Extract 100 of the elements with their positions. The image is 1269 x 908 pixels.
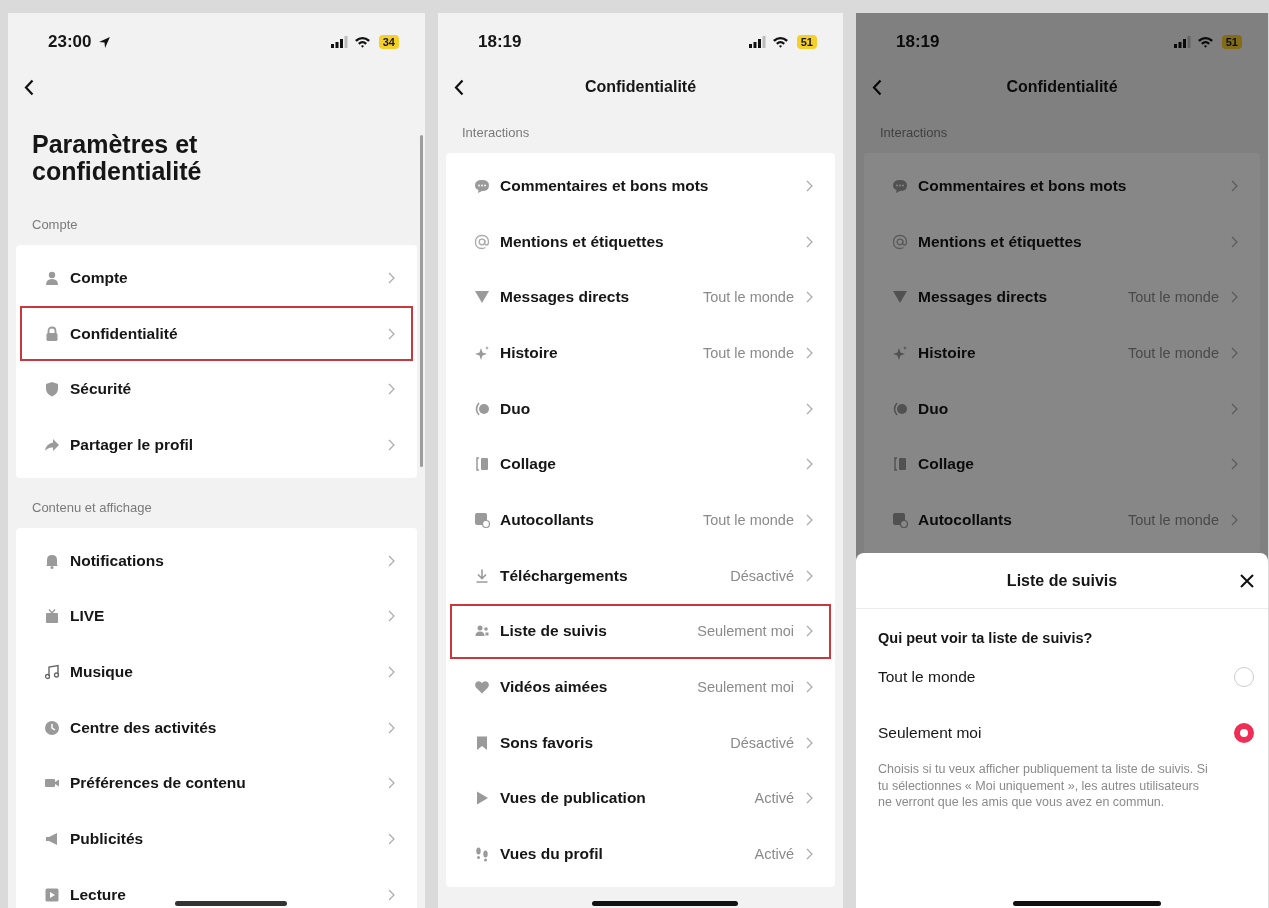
- chevron-icon: [806, 179, 813, 192]
- settings-row[interactable]: Collage: [868, 436, 1256, 493]
- radio-option[interactable]: Seulement moi: [878, 705, 1254, 761]
- settings-row[interactable]: Vidéos aimées Seulement moi: [450, 659, 831, 715]
- home-indicator[interactable]: [174, 901, 288, 906]
- settings-row[interactable]: Mentions et étiquettes: [868, 213, 1256, 270]
- signal-icon: [748, 36, 767, 48]
- sheet-description: Choisis si tu veux afficher publiquement ta liste de suivis. Si tu sélectionnes « Moi uniquement », les autres utilisateurs ne verront que les amis que vous avez en commun.: [878, 761, 1209, 811]
- chevron-icon: [806, 625, 813, 638]
- settings-row[interactable]: Téléchargements Désactivé: [450, 547, 831, 604]
- radio-option[interactable]: Tout le monde: [878, 649, 1254, 705]
- settings-row[interactable]: Collage: [450, 436, 831, 493]
- page-title: Paramètres et confidentialité: [32, 131, 203, 185]
- chevron-icon: [388, 438, 395, 451]
- scrollbar[interactable]: [420, 135, 423, 467]
- settings-row[interactable]: Lecture: [20, 866, 413, 908]
- settings-row[interactable]: Mentions et étiquettes: [450, 213, 831, 270]
- settings-row[interactable]: Sécurité: [20, 361, 413, 418]
- back-icon[interactable]: [454, 79, 464, 96]
- sparkle-icon: [474, 344, 490, 361]
- chevron-icon: [1231, 458, 1238, 471]
- chevron-icon: [806, 569, 813, 582]
- chevron-icon: [1231, 402, 1238, 415]
- chevron-icon: [806, 402, 813, 415]
- chevron-icon: [1231, 179, 1238, 192]
- settings-row[interactable]: Duo: [868, 380, 1256, 437]
- status-time: 18:19: [478, 32, 522, 52]
- chevron-icon: [806, 235, 813, 248]
- section-label: Interactions: [879, 124, 949, 142]
- chevron-icon: [1231, 346, 1238, 359]
- settings-row[interactable]: Messages directs Tout le monde: [868, 269, 1256, 326]
- lock-icon: [44, 325, 60, 342]
- megaphone-icon: [44, 831, 60, 848]
- chevron-icon: [388, 554, 395, 567]
- download-icon: [474, 567, 490, 584]
- settings-row[interactable]: Publicités: [20, 811, 413, 867]
- settings-row[interactable]: Vues de publication Activé: [450, 770, 831, 827]
- chevron-icon: [806, 346, 813, 359]
- wifi-icon: [771, 36, 789, 48]
- chevron-icon: [388, 610, 395, 623]
- shield-icon: [44, 381, 60, 398]
- chevron-icon: [806, 513, 813, 526]
- sparkle-icon: [892, 344, 908, 361]
- chevron-icon: [388, 833, 395, 846]
- settings-row[interactable]: LIVE: [20, 588, 413, 645]
- back-icon[interactable]: [24, 79, 34, 96]
- settings-row[interactable]: Commentaires et bons mots: [450, 158, 831, 214]
- chevron-icon: [1231, 291, 1238, 304]
- settings-row[interactable]: Histoire Tout le monde: [868, 325, 1256, 381]
- share-icon: [44, 436, 60, 453]
- settings-row[interactable]: Autocollants Tout le monde: [450, 492, 831, 548]
- at-icon: [892, 233, 908, 250]
- chevron-icon: [388, 327, 395, 340]
- chevron-icon: [388, 665, 395, 678]
- settings-row[interactable]: Messages directs Tout le monde: [450, 269, 831, 326]
- music-icon: [44, 663, 60, 680]
- settings-row[interactable]: Notifications: [20, 532, 413, 589]
- play-icon: [474, 790, 490, 807]
- settings-row[interactable]: Partager le profil: [20, 417, 413, 473]
- page-title: Confidentialité: [584, 78, 697, 96]
- chevron-icon: [1231, 513, 1238, 526]
- chevron-icon: [806, 291, 813, 304]
- wifi-icon: [1196, 36, 1214, 48]
- settings-row[interactable]: Compte: [20, 250, 413, 306]
- sheet-question: Qui peut voir ta liste de suivis?: [878, 629, 1094, 648]
- section-label: Contenu et affichage: [31, 498, 153, 517]
- settings-row[interactable]: Centre des activités: [20, 699, 413, 756]
- settings-row[interactable]: Duo: [450, 380, 831, 437]
- battery-level: 34: [378, 35, 399, 49]
- section-label: Compte: [31, 216, 79, 234]
- radio-button[interactable]: [1234, 723, 1254, 743]
- settings-row[interactable]: Autocollants Tout le monde: [868, 492, 1256, 548]
- settings-row[interactable]: Commentaires et bons mots: [868, 158, 1256, 214]
- battery-level: 51: [1221, 35, 1242, 49]
- status-time: 23:00: [48, 32, 92, 52]
- chevron-icon: [388, 383, 395, 396]
- person-icon: [44, 269, 60, 286]
- clock-icon: [44, 719, 60, 736]
- duo-icon: [474, 400, 490, 417]
- signal-icon: [1173, 36, 1192, 48]
- chevron-icon: [388, 271, 395, 284]
- chevron-icon: [806, 736, 813, 749]
- settings-row[interactable]: Liste de suivis Seulement moi: [450, 603, 831, 660]
- battery-level: 51: [796, 35, 817, 49]
- chevron-icon: [806, 458, 813, 471]
- chevron-icon: [806, 848, 813, 861]
- settings-row[interactable]: Histoire Tout le monde: [450, 325, 831, 381]
- chevron-icon: [388, 888, 395, 901]
- chevron-icon: [806, 681, 813, 694]
- settings-row[interactable]: Confidentialité: [20, 305, 413, 362]
- settings-row[interactable]: Musique: [20, 644, 413, 700]
- settings-row[interactable]: Sons favoris Désactivé: [450, 714, 831, 771]
- chat-icon: [474, 177, 490, 194]
- settings-row[interactable]: Vues du profil Activé: [450, 826, 831, 882]
- chevron-icon: [1231, 235, 1238, 248]
- duo-icon: [892, 400, 908, 417]
- sticker-icon: [892, 511, 908, 528]
- close-icon[interactable]: [1240, 574, 1254, 588]
- playbox-icon: [44, 886, 60, 903]
- settings-row[interactable]: Préférences de contenu: [20, 755, 413, 812]
